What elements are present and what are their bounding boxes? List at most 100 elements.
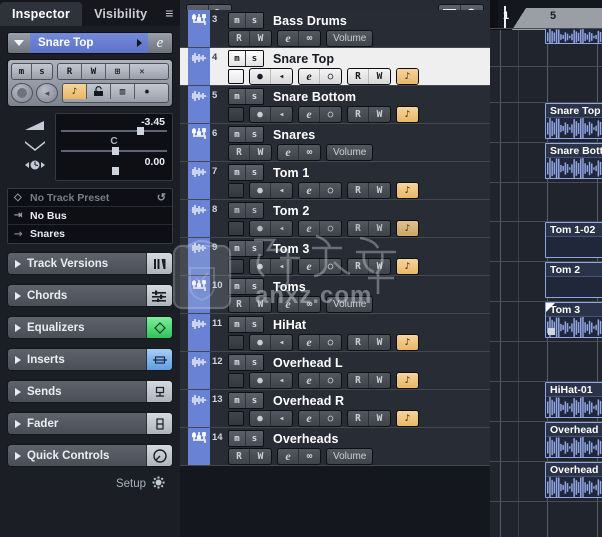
section-equalizers[interactable]: Equalizers bbox=[7, 316, 173, 339]
row-lane-button[interactable] bbox=[228, 107, 244, 122]
section-sends[interactable]: Sends bbox=[7, 380, 173, 403]
read-automation-button[interactable]: R bbox=[348, 373, 369, 388]
musical-mode-button[interactable]: ♪ bbox=[397, 183, 418, 198]
write-automation-button[interactable]: W bbox=[250, 449, 271, 464]
inspector-track-name[interactable]: Snare Top bbox=[30, 33, 148, 53]
write-automation-button[interactable]: W bbox=[369, 373, 390, 388]
edit-channel-button[interactable]: e bbox=[299, 259, 320, 274]
audio-clip[interactable]: Snare Bottom bbox=[545, 143, 602, 179]
reset-preset-icon[interactable]: ↺ bbox=[157, 191, 166, 204]
row-lane-button[interactable] bbox=[228, 183, 244, 198]
mute-button[interactable]: m bbox=[229, 51, 246, 66]
solo-button[interactable]: s bbox=[246, 51, 263, 66]
monitor-button[interactable]: ◂ bbox=[271, 183, 292, 198]
write-automation-button[interactable]: W bbox=[82, 64, 106, 79]
record-enable-button[interactable]: ● bbox=[250, 335, 271, 350]
row-lane-button[interactable] bbox=[228, 335, 244, 350]
edit-channel-button[interactable]: e bbox=[299, 335, 320, 350]
record-enable-button[interactable]: ● bbox=[250, 107, 271, 122]
edit-channel-button[interactable]: e bbox=[299, 183, 320, 198]
musical-mode-button[interactable]: ♪ bbox=[397, 259, 418, 274]
auto-circle-button[interactable]: ○ bbox=[320, 411, 341, 426]
auto-circle-button[interactable]: ○ bbox=[320, 259, 341, 274]
audio-clip[interactable]: HiHat-01 bbox=[545, 382, 602, 418]
table-row[interactable]: 14 m s Overheads R W e ∞ Volume bbox=[180, 428, 490, 466]
row-parameter-select[interactable]: Volume bbox=[326, 30, 374, 47]
record-enable-button[interactable]: ● bbox=[250, 183, 271, 198]
read-automation-button[interactable]: R bbox=[58, 64, 82, 79]
read-automation-button[interactable]: R bbox=[348, 259, 369, 274]
record-enable-button[interactable]: ● bbox=[250, 221, 271, 236]
row-parameter-select[interactable]: Volume bbox=[326, 448, 374, 465]
edit-channel-button[interactable]: e bbox=[299, 221, 320, 236]
output-routing-row[interactable]: ⇾ Snares bbox=[8, 225, 172, 243]
read-automation-button[interactable]: R bbox=[229, 31, 250, 46]
edit-channel-button[interactable]: e bbox=[299, 373, 320, 388]
table-row[interactable]: 8 m s Tom 2 ● ◂ e ○ R W ♪ bbox=[180, 200, 490, 238]
track-preset-row[interactable]: ◇ No Track Preset ↺ bbox=[8, 189, 172, 207]
write-automation-button[interactable]: W bbox=[369, 69, 390, 84]
audio-clip[interactable]: Snare Top bbox=[545, 103, 602, 139]
link-button[interactable]: ∞ bbox=[299, 31, 320, 46]
setup-row[interactable]: Setup bbox=[7, 476, 173, 492]
write-automation-button[interactable]: W bbox=[369, 107, 390, 122]
edit-channel-button[interactable]: e bbox=[278, 449, 299, 464]
read-automation-button[interactable]: R bbox=[348, 221, 369, 236]
edit-channel-button[interactable]: e bbox=[299, 411, 320, 426]
eq-diamond-icon[interactable] bbox=[146, 317, 172, 338]
link-button[interactable]: ∞ bbox=[299, 145, 320, 160]
musical-mode-button[interactable]: ♪ bbox=[397, 411, 418, 426]
track-color-strip[interactable] bbox=[188, 352, 210, 389]
section-chords[interactable]: Chords bbox=[7, 284, 173, 307]
musical-mode-button[interactable]: ♪ bbox=[397, 373, 418, 388]
table-row[interactable]: 9 m s Tom 3 ● ◂ e ○ R W ♪ bbox=[180, 238, 490, 276]
hamburger-menu-icon[interactable]: ≡ bbox=[159, 2, 181, 26]
auto-circle-button[interactable]: ○ bbox=[320, 221, 341, 236]
write-automation-button[interactable]: W bbox=[250, 145, 271, 160]
tab-visibility[interactable]: Visibility bbox=[82, 2, 159, 26]
volume-row[interactable]: -3.45 bbox=[61, 116, 167, 136]
monitor-button[interactable]: ◂ bbox=[271, 259, 292, 274]
track-color-strip[interactable] bbox=[188, 10, 210, 47]
insert-icon[interactable] bbox=[146, 349, 172, 370]
audio-clip[interactable]: Overhead L bbox=[545, 422, 602, 458]
table-row[interactable]: 13 m s Overhead R ● ◂ e ○ R W ♪ bbox=[180, 390, 490, 428]
send-icon[interactable] bbox=[146, 381, 172, 402]
solo-button[interactable]: s bbox=[246, 165, 263, 180]
audio-clip[interactable]: Tom 1-02 bbox=[545, 222, 602, 258]
track-color-strip[interactable] bbox=[188, 276, 210, 313]
track-color-strip[interactable] bbox=[188, 200, 210, 237]
audio-clip[interactable] bbox=[545, 28, 602, 44]
mute-button[interactable]: m bbox=[229, 241, 246, 256]
track-color-strip[interactable] bbox=[188, 48, 210, 85]
record-enable-button[interactable]: ● bbox=[250, 411, 271, 426]
read-automation-button[interactable]: R bbox=[348, 411, 369, 426]
read-automation-button[interactable]: R bbox=[348, 183, 369, 198]
mute-button[interactable]: m bbox=[229, 203, 246, 218]
row-lane-button[interactable] bbox=[228, 259, 244, 274]
track-color-strip[interactable] bbox=[188, 428, 210, 465]
write-automation-button[interactable]: W bbox=[369, 259, 390, 274]
arrange-canvas[interactable]: Snare Top Snare Bottom Tom 1-02 Tom 2 Tom 3 H… bbox=[490, 28, 602, 537]
row-parameter-select[interactable]: Volume bbox=[326, 296, 374, 313]
fader-icon[interactable] bbox=[146, 413, 172, 434]
musical-mode-button[interactable]: ♪ bbox=[397, 107, 418, 122]
edit-channel-button[interactable]: e bbox=[278, 145, 299, 160]
edit-channel-button[interactable]: e bbox=[299, 107, 320, 122]
table-row[interactable]: 10 m s Toms R W e ∞ Volume bbox=[180, 276, 490, 314]
solo-button[interactable]: s bbox=[246, 355, 263, 370]
global-button[interactable]: ✹ bbox=[135, 84, 159, 99]
table-row[interactable]: 7 m s Tom 1 ● ◂ e ○ R W ♪ bbox=[180, 162, 490, 200]
row-parameter-select[interactable]: Volume bbox=[326, 144, 374, 161]
channel-button[interactable]: ▥ bbox=[111, 84, 135, 99]
volume-slider[interactable] bbox=[61, 127, 167, 135]
monitor-button[interactable]: ◂ bbox=[271, 373, 292, 388]
monitor-button[interactable]: ◂ bbox=[271, 107, 292, 122]
mute-button[interactable]: m bbox=[229, 355, 246, 370]
pan-row[interactable]: C bbox=[61, 136, 167, 156]
section-track-versions[interactable]: Track Versions bbox=[7, 252, 173, 275]
row-lane-button[interactable] bbox=[228, 69, 244, 84]
solo-button[interactable]: s bbox=[246, 317, 263, 332]
musical-mode-button[interactable]: ♪ bbox=[397, 221, 418, 236]
edit-channel-button[interactable]: e bbox=[278, 297, 299, 312]
